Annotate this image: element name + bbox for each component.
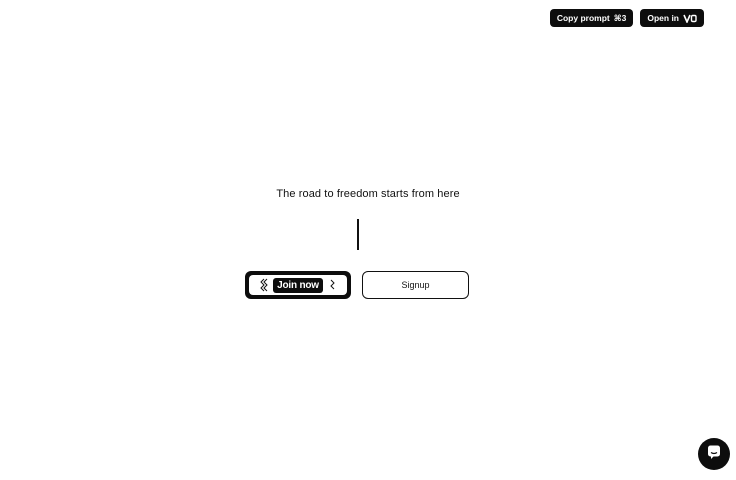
join-now-label: Join now — [273, 277, 323, 293]
chat-button[interactable] — [698, 438, 730, 470]
copy-prompt-shortcut: ⌘3 — [613, 12, 627, 23]
hero-title: The road to freedom starts from here — [276, 188, 460, 200]
page: Copy prompt ⌘3 Open in The road to freed… — [0, 0, 736, 480]
signup-label: Signup — [401, 280, 430, 290]
join-now-inner: Join now — [249, 275, 347, 295]
open-in-button[interactable]: Open in — [640, 9, 704, 27]
join-left-deco-icon — [260, 278, 270, 292]
hero-section: The road to freedom starts from here — [0, 188, 736, 200]
signup-button[interactable]: Signup — [362, 271, 469, 299]
text-cursor — [357, 219, 359, 250]
action-buttons: Join now Signup — [245, 271, 469, 299]
open-in-label: Open in — [647, 13, 679, 23]
chat-bubble-icon — [706, 444, 722, 465]
copy-prompt-button[interactable]: Copy prompt ⌘3 — [549, 9, 634, 27]
v0-logo-icon — [683, 14, 697, 23]
top-toolbar: Copy prompt ⌘3 Open in — [549, 9, 704, 27]
copy-prompt-label: Copy prompt — [556, 13, 610, 23]
join-now-button[interactable]: Join now — [245, 271, 351, 299]
join-right-deco-icon — [330, 278, 336, 292]
